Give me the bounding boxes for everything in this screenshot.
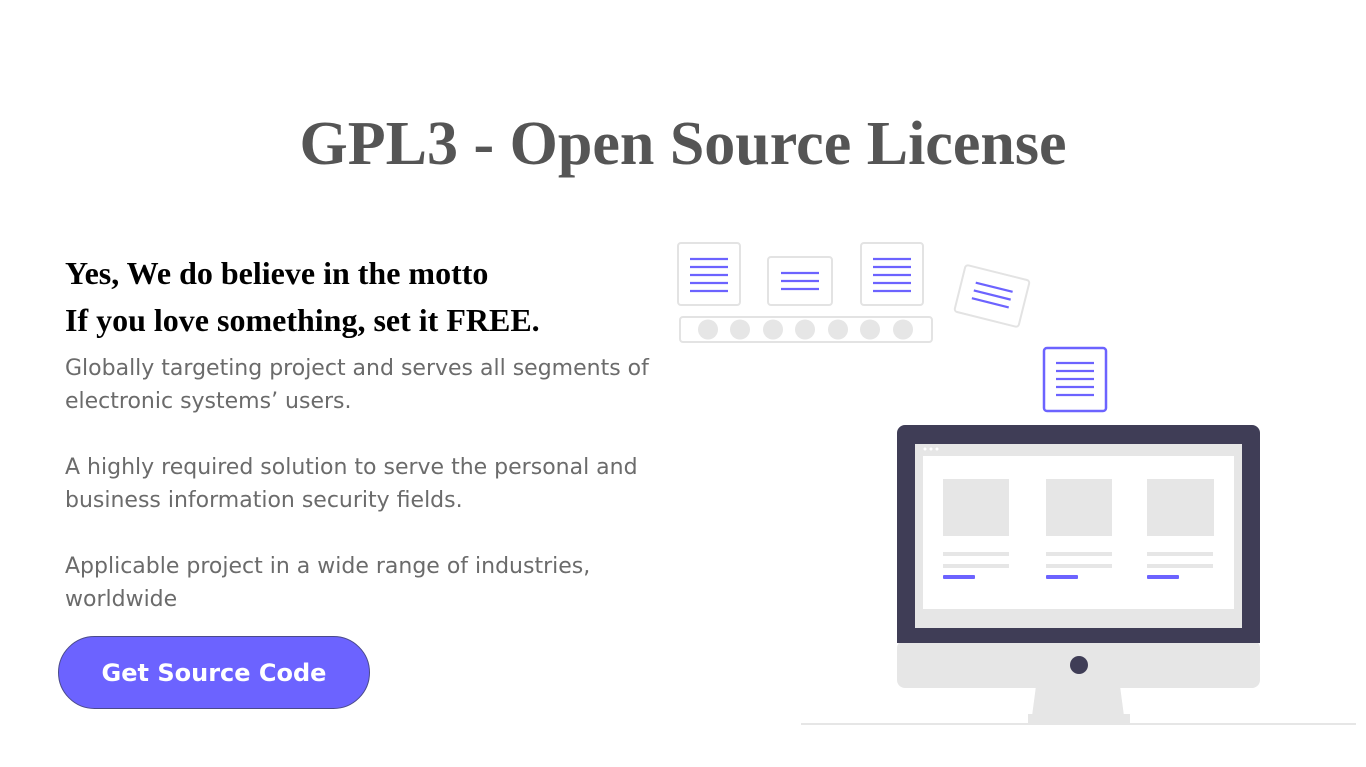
desktop-monitor-icon [897, 425, 1260, 724]
document-icon [767, 256, 833, 306]
document-icon [953, 264, 1031, 328]
motto: Yes, We do believe in the motto If you l… [65, 250, 665, 344]
get-source-code-button[interactable]: Get Source Code [58, 636, 370, 709]
page: GPL3 - Open Source License Yes, We do be… [0, 0, 1366, 767]
document-icon [677, 242, 741, 306]
motto-line-1: Yes, We do believe in the motto [65, 255, 489, 291]
document-icon [1042, 346, 1108, 413]
page-title: GPL3 - Open Source License [299, 110, 1067, 178]
conveyor-belt [679, 316, 933, 343]
feature-paragraph-2: A highly required solution to serve the … [65, 455, 638, 513]
document-icon [860, 242, 924, 306]
motto-line-2: If you love something, set it FREE. [65, 302, 540, 338]
open-source-illustration [677, 242, 1356, 725]
feature-paragraph-1: Globally targeting project and serves al… [65, 356, 649, 414]
feature-paragraph-3: Applicable project in a wide range of in… [65, 554, 591, 612]
